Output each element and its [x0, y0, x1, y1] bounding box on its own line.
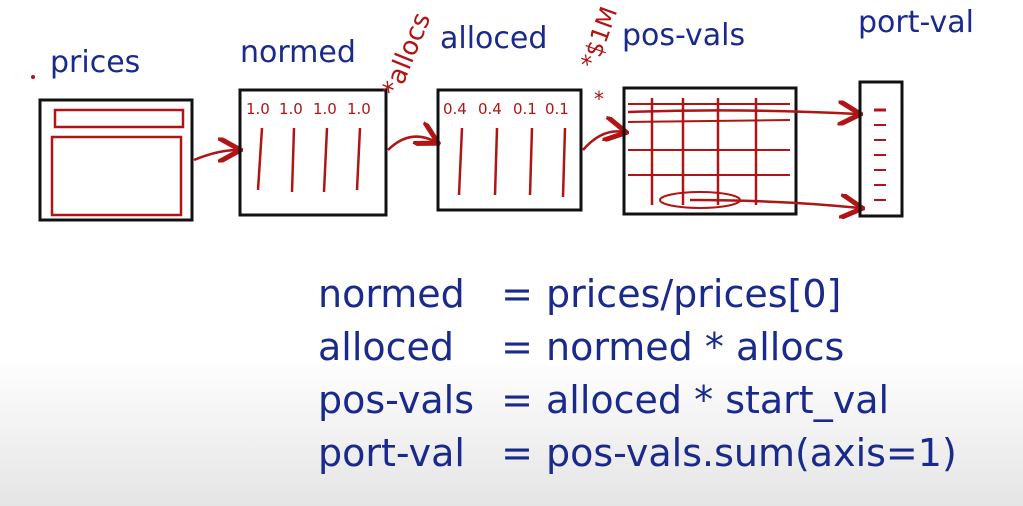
equation-operator: =: [501, 378, 533, 422]
arrow-normed-to-alloced: [387, 137, 436, 151]
equation-row: pos-vals = alloced * start_val: [318, 374, 957, 427]
equation-operator: =: [501, 325, 533, 369]
equation-lhs: alloced: [318, 325, 455, 369]
alloced-col-header: 0.4: [443, 100, 467, 118]
stage-label-normed: normed: [240, 35, 356, 70]
stage-label-pos-vals: pos-vals: [622, 18, 745, 53]
equations-block: normed = prices/prices[0] alloced = norm…: [318, 268, 957, 480]
alloced-col-header: 0.4: [478, 100, 502, 118]
equation-row: port-val = pos-vals.sum(axis=1): [318, 427, 957, 480]
equation-lhs: pos-vals: [318, 378, 474, 422]
stage-label-alloced: alloced: [440, 21, 547, 56]
annotation-allocs: *allocs: [377, 9, 437, 101]
equation-row: alloced = normed * allocs: [318, 321, 957, 374]
dot-mark: [31, 75, 35, 79]
pos-vals-dataframe: [622, 86, 798, 216]
equation-row: normed = prices/prices[0]: [318, 268, 957, 321]
equation-operator: =: [501, 431, 533, 475]
equation-lhs: port-val: [318, 431, 465, 475]
equation-rhs: prices/prices[0]: [546, 272, 842, 316]
equation-rhs: pos-vals.sum(axis=1): [546, 431, 957, 475]
alloced-col-header: 0.1: [545, 100, 569, 118]
normed-col-header: 1.0: [313, 100, 337, 118]
arrow-prices-to-normed: [193, 150, 238, 160]
arrow-alloced-to-pos-vals: [582, 131, 624, 151]
equation-rhs: alloced * start_val: [546, 378, 890, 422]
alloced-dataframe: 0.4 0.4 0.1 0.1: [436, 88, 583, 212]
prices-dataframe: [38, 98, 194, 222]
asterisk-mark: *: [594, 87, 604, 111]
equation-lhs: normed: [318, 272, 465, 316]
normed-col-header: 1.0: [246, 100, 270, 118]
stage-label-port-val: port-val: [858, 5, 974, 40]
port-val-series: [858, 80, 904, 218]
arrow-row-sum-top: [627, 110, 858, 114]
alloced-col-header: 0.1: [513, 100, 537, 118]
normed-col-header: 1.0: [279, 100, 303, 118]
equation-rhs: normed * allocs: [546, 325, 845, 369]
stage-label-prices: prices: [50, 45, 140, 80]
equation-operator: =: [501, 272, 533, 316]
normed-dataframe: 1.0 1.0 1.0 1.0: [238, 88, 388, 217]
whiteboard-canvas: prices normed alloced pos-vals port-val …: [0, 0, 1023, 506]
annotation-start-val: *$1M: [575, 3, 623, 72]
normed-col-header: 1.0: [347, 100, 371, 118]
